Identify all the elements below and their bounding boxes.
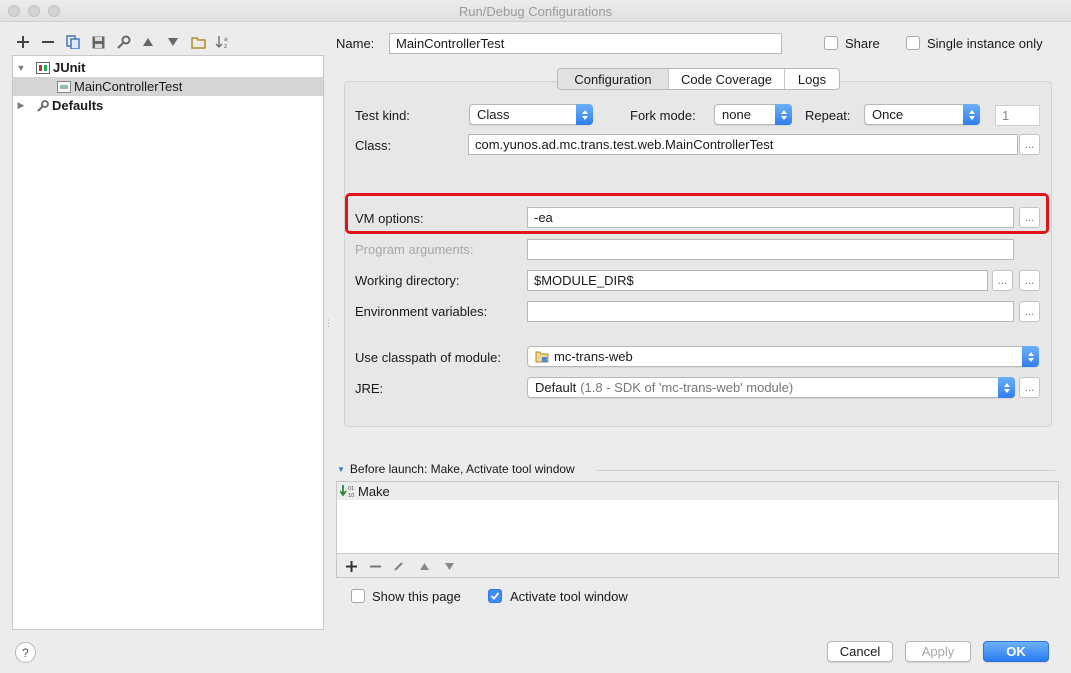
jre-detail: (1.8 - SDK of 'mc-trans-web' module)	[580, 380, 794, 395]
select-arrows-icon	[963, 104, 980, 125]
repeat-count-input[interactable]: 1	[995, 105, 1040, 126]
add-icon[interactable]	[342, 557, 360, 575]
svg-text:z: z	[224, 43, 227, 50]
tree-item-label: MainControllerTest	[74, 79, 183, 94]
tree-item-label: JUnit	[53, 60, 86, 75]
wrench-icon[interactable]	[114, 33, 132, 51]
tree-item-junit[interactable]: ▼ JUnit	[13, 58, 323, 77]
working-directory-macro-button[interactable]: ...	[1019, 270, 1040, 291]
edit-pencil-icon[interactable]	[390, 557, 408, 575]
ok-button[interactable]: OK	[983, 641, 1049, 662]
program-arguments-label: Program arguments:	[355, 242, 474, 257]
before-launch-toolbar	[336, 554, 1059, 578]
test-kind-label: Test kind:	[355, 108, 410, 123]
jre-label: JRE:	[355, 381, 384, 396]
environment-variables-edit-button[interactable]: ...	[1019, 301, 1040, 322]
name-label: Name:	[336, 36, 375, 51]
classpath-module-label: Use classpath of module:	[355, 350, 501, 365]
save-icon[interactable]	[89, 33, 107, 51]
share-label[interactable]: Share	[845, 36, 880, 51]
fork-mode-value: none	[722, 107, 751, 122]
remove-icon[interactable]	[39, 33, 57, 51]
cancel-button[interactable]: Cancel	[827, 641, 893, 662]
environment-variables-label: Environment variables:	[355, 304, 488, 319]
classpath-module-select[interactable]: mc-trans-web	[527, 346, 1039, 367]
single-instance-label[interactable]: Single instance only	[927, 36, 1043, 51]
sort-az-icon[interactable]: az	[214, 33, 232, 51]
move-down-icon[interactable]	[440, 557, 458, 575]
make-icon: 01 10	[340, 484, 354, 498]
wrench-icon	[36, 99, 50, 113]
move-up-icon[interactable]	[415, 557, 433, 575]
tree-item-maincontrollertest[interactable]: MainControllerTest	[13, 77, 323, 96]
tab-configuration[interactable]: Configuration	[558, 69, 669, 89]
remove-icon[interactable]	[366, 557, 384, 575]
tree-item-label: Defaults	[52, 98, 104, 113]
title-bar: Run/Debug Configurations	[0, 0, 1071, 22]
select-arrows-icon	[775, 104, 792, 125]
move-down-icon[interactable]	[164, 33, 182, 51]
before-launch-header[interactable]: ▼ Before launch: Make, Activate tool win…	[337, 462, 575, 476]
activate-tool-window-checkbox[interactable]	[488, 589, 502, 603]
program-arguments-input[interactable]	[527, 239, 1014, 260]
single-instance-checkbox[interactable]	[906, 36, 920, 50]
tab-logs[interactable]: Logs	[785, 69, 839, 89]
folder-icon[interactable]	[189, 33, 207, 51]
test-kind-select[interactable]: Class	[469, 104, 593, 125]
copy-icon[interactable]	[64, 33, 82, 51]
divider	[597, 470, 1055, 471]
show-page-label[interactable]: Show this page	[372, 589, 461, 604]
before-launch-title: Before launch: Make, Activate tool windo…	[349, 462, 575, 476]
jre-select[interactable]: Default (1.8 - SDK of 'mc-trans-web' mod…	[527, 377, 1015, 398]
highlight-annotation	[345, 193, 1049, 234]
test-kind-value: Class	[477, 107, 510, 122]
splitter-handle[interactable]: ⋮	[324, 319, 333, 334]
collapsed-arrow-icon[interactable]: ▶	[16, 100, 26, 111]
activate-tool-window-label[interactable]: Activate tool window	[510, 589, 628, 604]
window-title: Run/Debug Configurations	[458, 4, 613, 19]
checkmark-icon	[490, 592, 500, 600]
working-directory-label: Working directory:	[355, 273, 460, 288]
show-page-checkbox[interactable]	[351, 589, 365, 603]
working-directory-browse-button[interactable]: ...	[992, 270, 1013, 291]
repeat-label: Repeat:	[805, 108, 851, 123]
select-arrows-icon	[576, 104, 593, 125]
class-input[interactable]: com.yunos.ad.mc.trans.test.web.MainContr…	[468, 134, 1018, 155]
svg-text:01: 01	[348, 486, 354, 492]
name-input[interactable]: MainControllerTest	[389, 33, 782, 54]
apply-button[interactable]: Apply	[905, 641, 971, 662]
tab-bar: Configuration Code Coverage Logs	[557, 68, 840, 90]
select-arrows-icon	[1022, 346, 1039, 367]
before-launch-list[interactable]: 01 10 Make	[336, 481, 1059, 554]
jre-browse-button[interactable]: ...	[1019, 377, 1040, 398]
class-label: Class:	[355, 138, 392, 153]
svg-text:10: 10	[348, 493, 354, 498]
configuration-tree[interactable]: ▼ JUnit MainControllerTest ▶ Defaults	[12, 55, 324, 630]
tab-code-coverage[interactable]: Code Coverage	[669, 69, 785, 89]
list-item-label: Make	[358, 483, 390, 499]
move-up-icon[interactable]	[139, 33, 157, 51]
tree-item-defaults[interactable]: ▶ Defaults	[13, 96, 323, 115]
share-checkbox[interactable]	[824, 36, 838, 50]
jre-value: Default	[535, 380, 577, 395]
module-folder-icon	[535, 351, 549, 363]
collapse-arrow-icon[interactable]: ▼	[337, 465, 345, 474]
repeat-select[interactable]: Once	[864, 104, 980, 125]
junit-icon	[36, 61, 50, 74]
working-directory-input[interactable]: $MODULE_DIR$	[527, 270, 988, 291]
list-item[interactable]: 01 10 Make	[337, 482, 1058, 500]
help-button[interactable]: ?	[15, 642, 36, 663]
fork-mode-label: Fork mode:	[630, 108, 696, 123]
select-arrows-icon	[998, 377, 1015, 398]
repeat-value: Once	[872, 107, 904, 122]
svg-text:a: a	[224, 36, 228, 43]
expanded-arrow-icon[interactable]: ▼	[16, 63, 26, 73]
test-class-icon	[57, 80, 71, 93]
environment-variables-input[interactable]	[527, 301, 1014, 322]
class-browse-button[interactable]: ...	[1019, 134, 1040, 155]
fork-mode-select[interactable]: none	[714, 104, 792, 125]
add-icon[interactable]	[14, 33, 32, 51]
classpath-module-value: mc-trans-web	[554, 349, 633, 364]
